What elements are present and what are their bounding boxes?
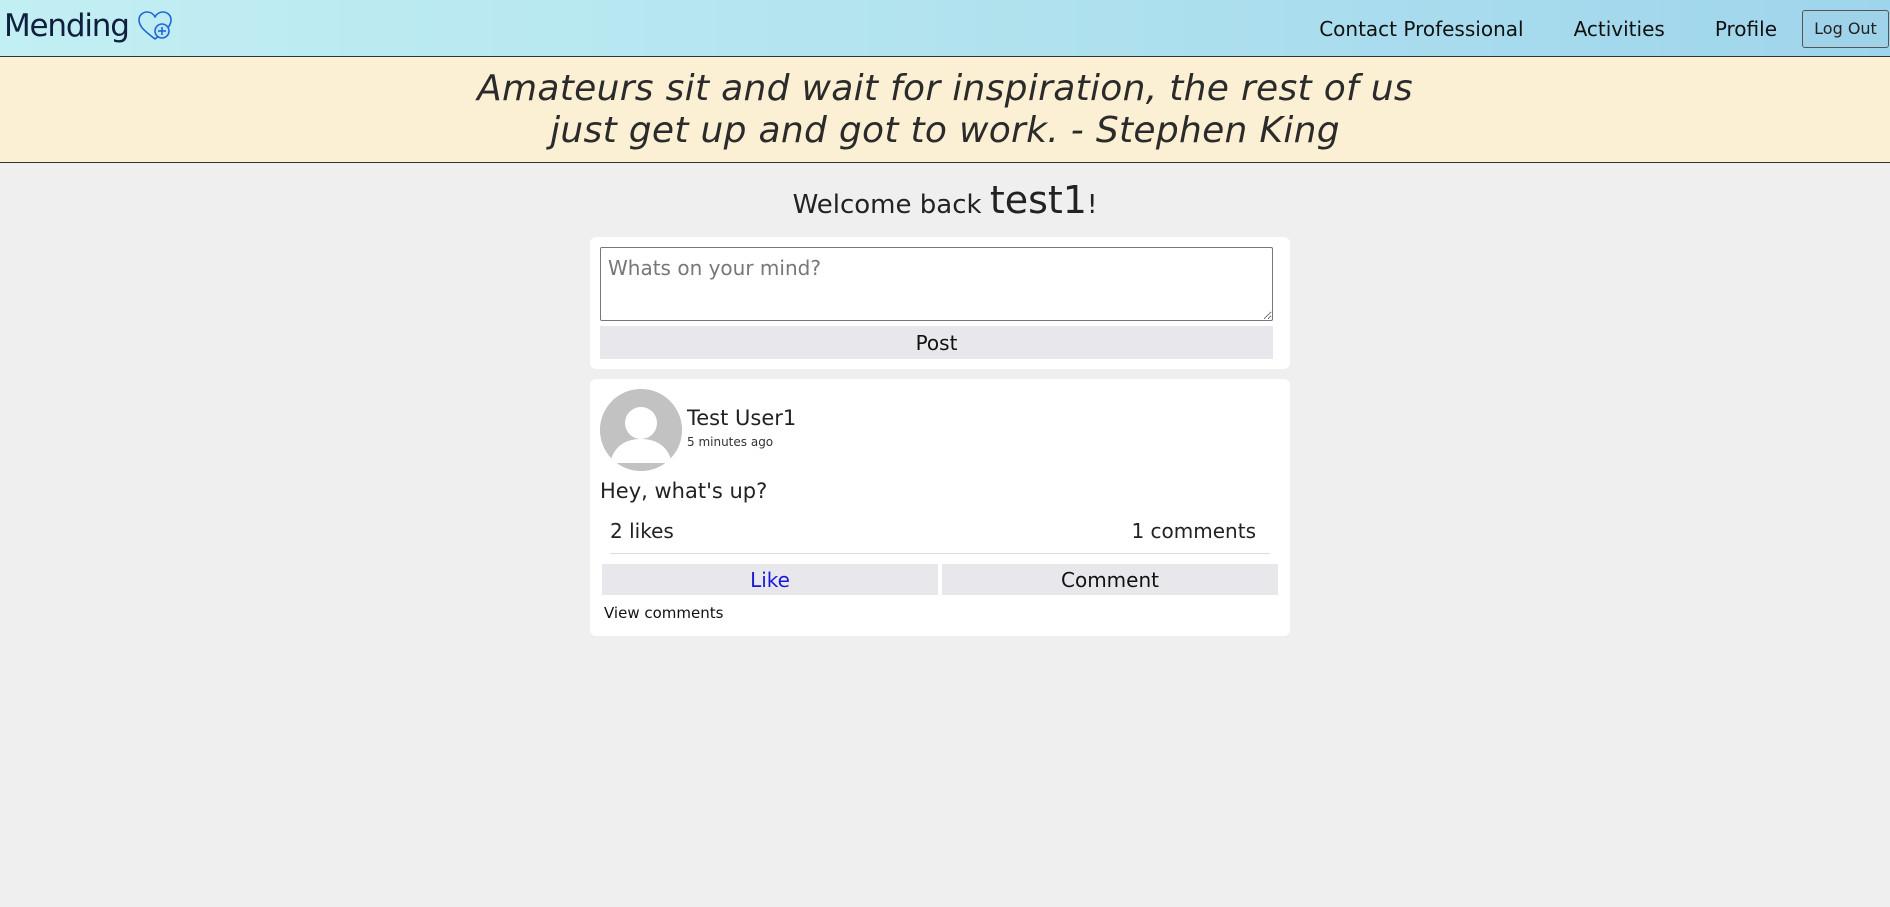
nav-contact-professional[interactable]: Contact Professional <box>1319 17 1523 41</box>
comments-count: 1 comments <box>1131 519 1256 543</box>
brand-logo[interactable]: Mending <box>4 8 173 44</box>
comment-button[interactable]: Comment <box>942 564 1278 595</box>
post-timestamp: 5 minutes ago <box>687 435 774 449</box>
top-navbar: Mending Contact Professional Activities … <box>0 0 1890 57</box>
view-comments-link[interactable]: View comments <box>604 604 723 622</box>
daily-quote: Amateurs sit and wait for inspiration, t… <box>477 67 1413 151</box>
nav-activities[interactable]: Activities <box>1574 17 1665 41</box>
post-divider <box>610 553 1270 554</box>
welcome-prefix: Welcome back <box>792 190 990 220</box>
nav-profile[interactable]: Profile <box>1715 17 1777 41</box>
post-composer: Post <box>590 237 1290 369</box>
post-card: Test User1 5 minutes ago Hey, what's up?… <box>590 379 1290 636</box>
welcome-heading: Welcome back test1! <box>0 178 1890 222</box>
like-button[interactable]: Like <box>602 564 938 595</box>
likes-count: 2 likes <box>610 519 674 543</box>
welcome-suffix: ! <box>1086 190 1098 220</box>
quote-banner: Amateurs sit and wait for inspiration, t… <box>0 57 1890 163</box>
post-author[interactable]: Test User1 <box>687 406 796 430</box>
nav-links: Contact Professional Activities Profile … <box>1319 0 1890 57</box>
user-avatar-icon[interactable] <box>600 389 682 471</box>
welcome-username: test1 <box>989 178 1087 222</box>
heart-plus-icon <box>137 10 173 42</box>
brand-name: Mending <box>4 8 130 44</box>
post-body: Hey, what's up? <box>600 479 768 503</box>
logout-button[interactable]: Log Out <box>1802 9 1889 48</box>
post-button[interactable]: Post <box>600 326 1273 359</box>
post-input[interactable] <box>600 247 1273 321</box>
